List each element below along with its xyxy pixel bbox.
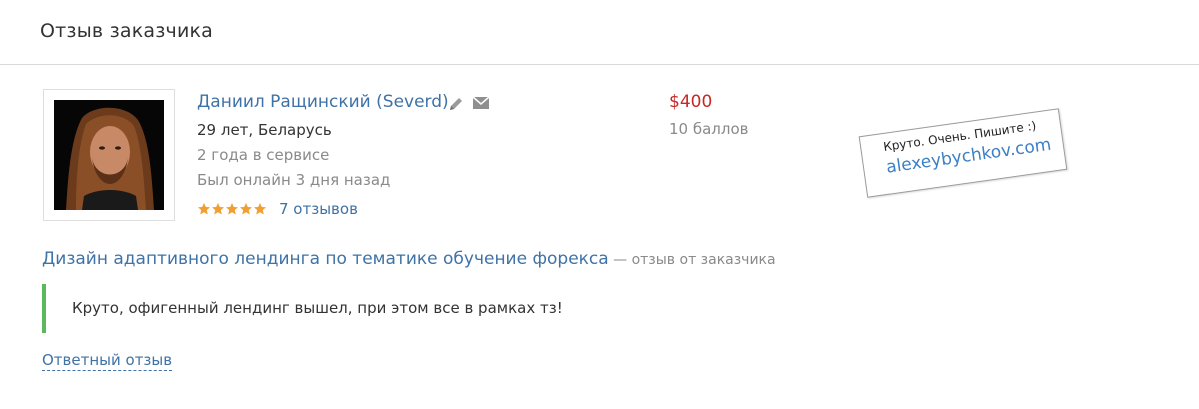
project-title-link[interactable]: Дизайн адаптивного лендинга по тематике … xyxy=(42,249,609,269)
star-icon xyxy=(240,203,252,215)
user-last-online: Был онлайн 3 дня назад xyxy=(197,171,391,189)
star-icon xyxy=(198,203,210,215)
reply-review-link[interactable]: Ответный отзыв xyxy=(42,351,173,371)
user-name-link[interactable]: Даниил Ращинский (Severd) xyxy=(197,92,449,112)
review-header: Отзыв заказчика xyxy=(0,0,1199,65)
star-icon xyxy=(226,203,238,215)
avatar-frame[interactable] xyxy=(43,89,175,221)
reviews-count-link[interactable]: 7 отзывов xyxy=(279,200,358,218)
envelope-icon[interactable] xyxy=(472,96,490,110)
review-quote: Круто, офигенный лендинг вышел, при этом… xyxy=(42,284,742,333)
page-title: Отзыв заказчика xyxy=(40,20,214,42)
review-project-line: Дизайн адаптивного лендинга по тематике … xyxy=(42,249,776,269)
deal-points: 10 баллов xyxy=(669,120,749,138)
rating-stars xyxy=(197,202,267,216)
review-text: Круто, офигенный лендинг вышел, при этом… xyxy=(72,299,563,317)
project-suffix: — отзыв от заказчика xyxy=(608,252,776,268)
pencil-icon[interactable] xyxy=(447,95,465,113)
user-service-time: 2 года в сервисе xyxy=(197,146,330,164)
watermark-stamp: Круто. Очень. Пишите :) alexeybychkov.co… xyxy=(858,108,1068,198)
user-age-country: 29 лет, Беларусь xyxy=(197,121,332,139)
deal-price: $400 xyxy=(669,92,713,112)
avatar[interactable] xyxy=(54,100,164,210)
star-icon xyxy=(254,203,266,215)
star-icon xyxy=(212,203,224,215)
avatar-image xyxy=(54,100,164,210)
